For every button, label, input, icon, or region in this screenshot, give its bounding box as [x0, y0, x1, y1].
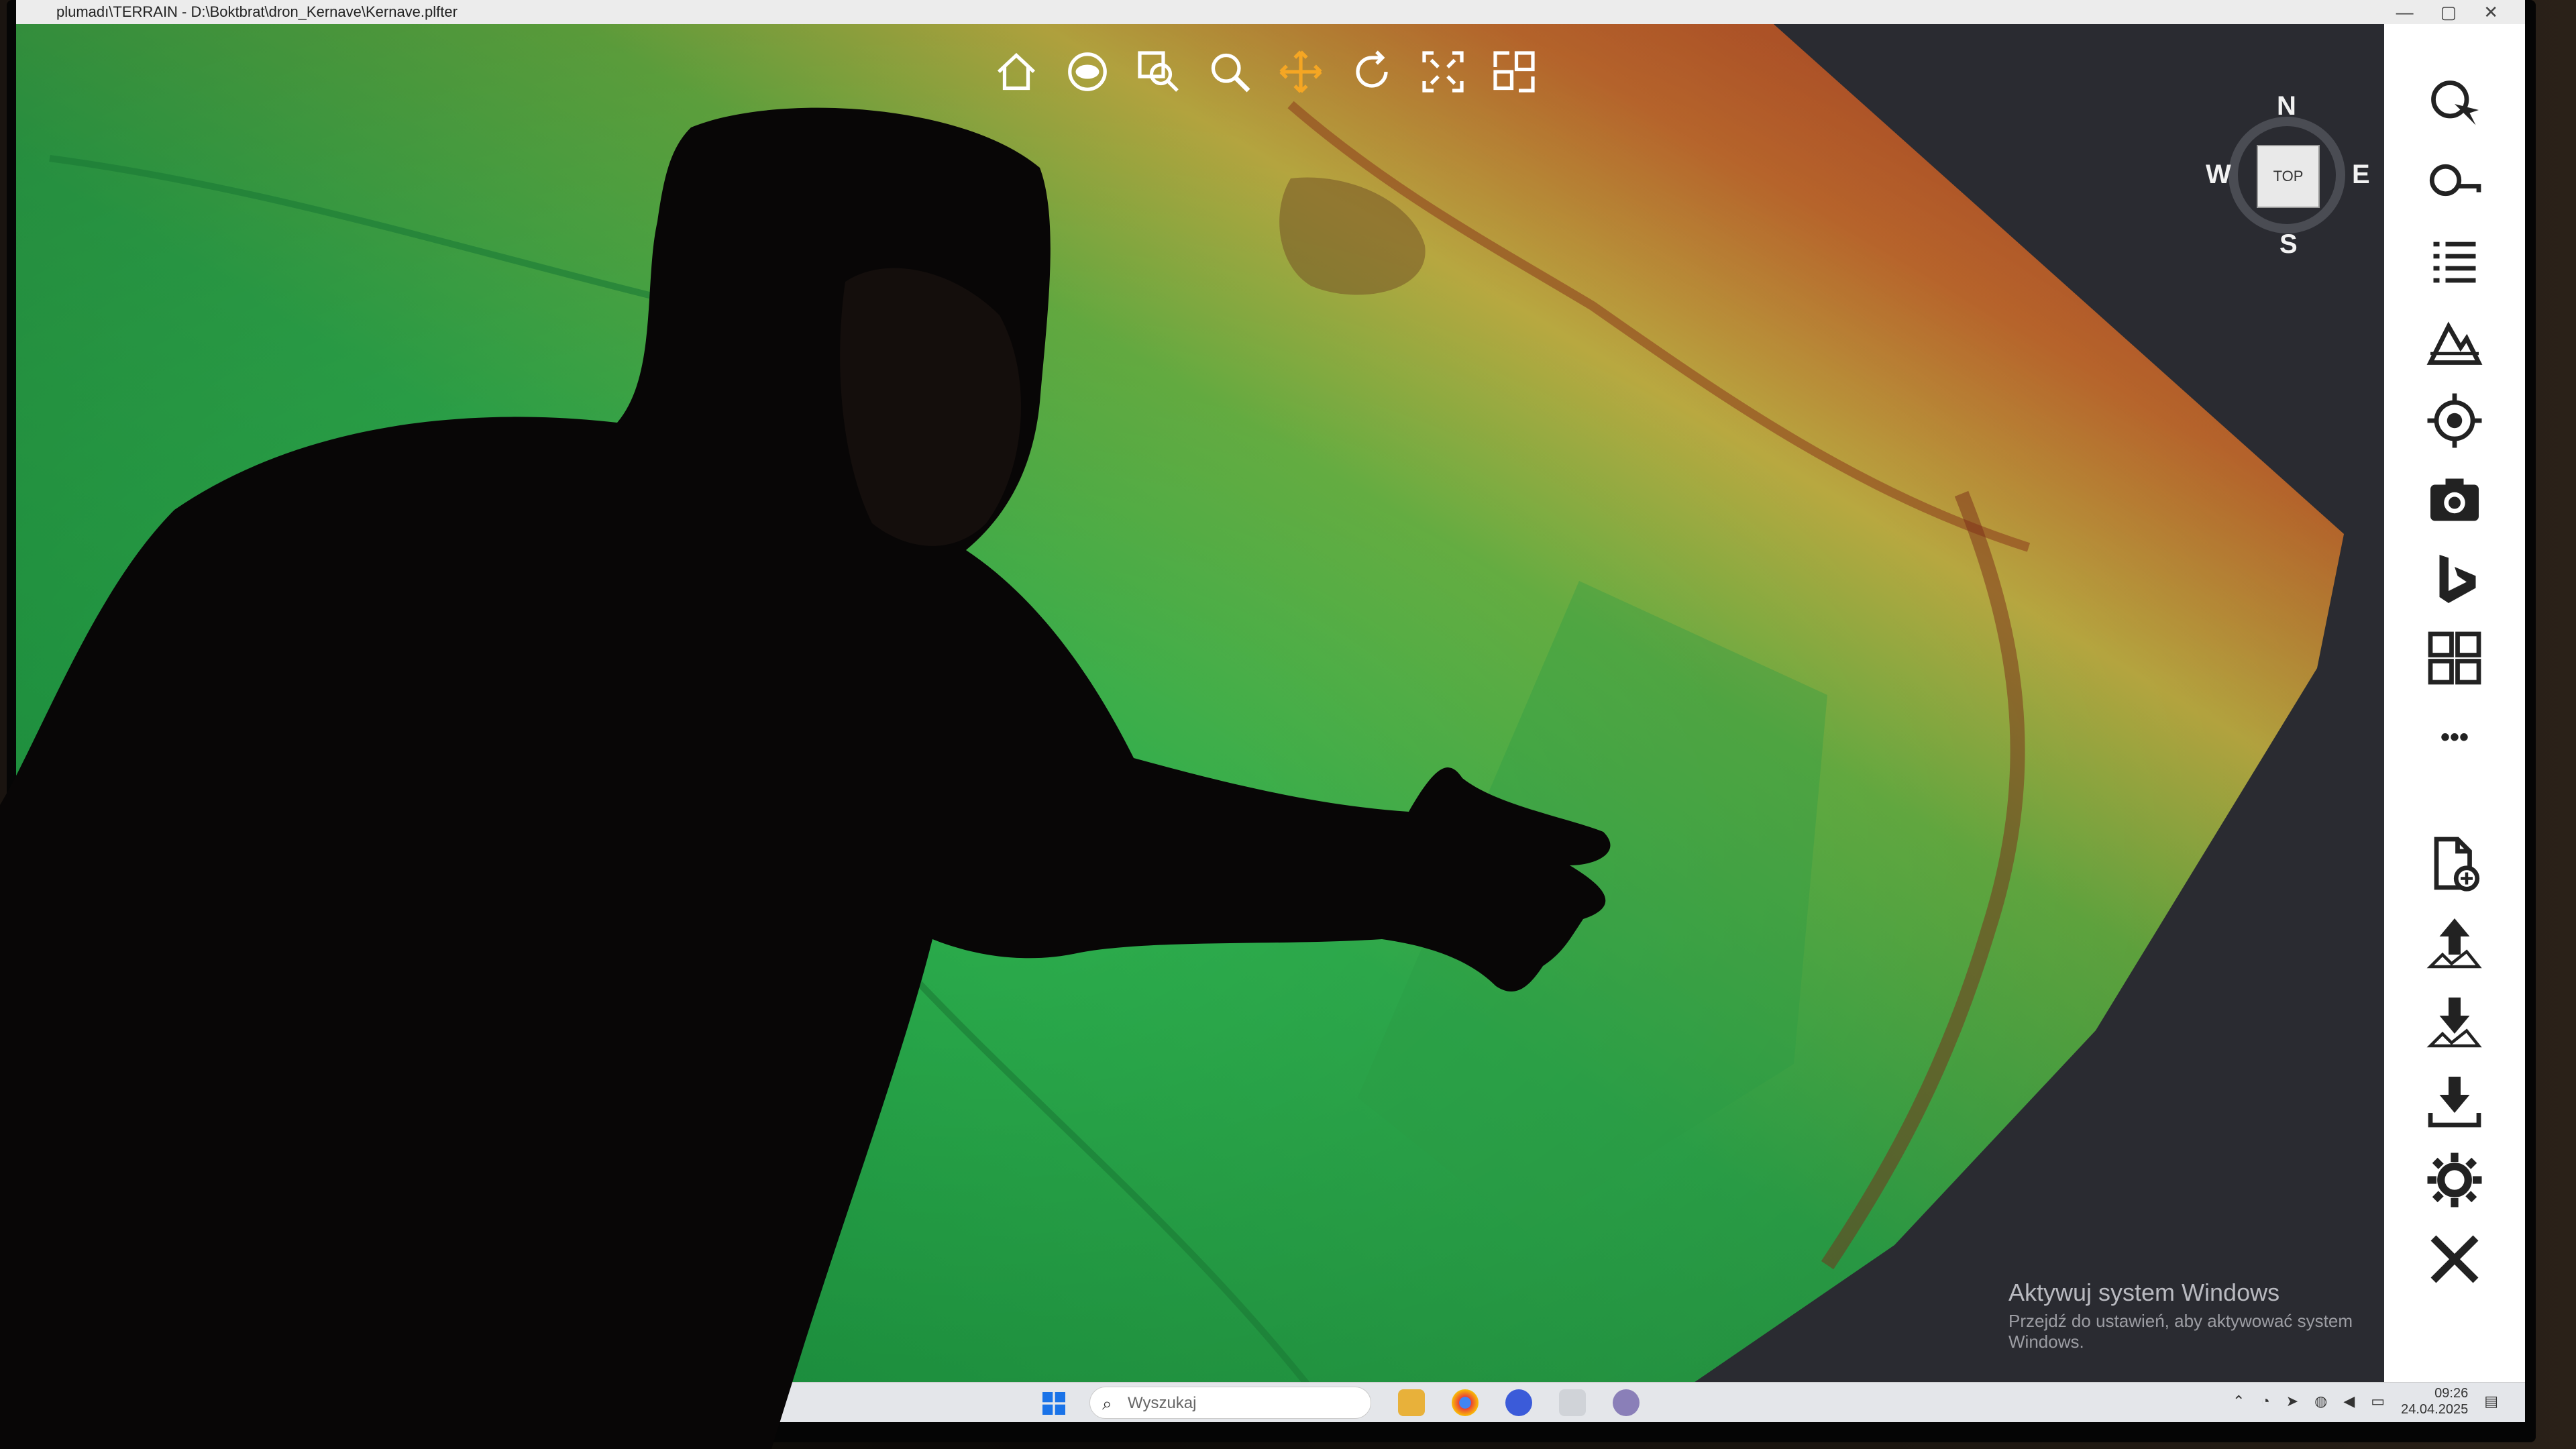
list-icon: [2433, 241, 2476, 283]
screenshot-button[interactable]: [2411, 460, 2498, 539]
network-icon[interactable]: ◔: [2261, 1393, 2269, 1410]
target-icon: [2427, 393, 2482, 448]
select-region-button[interactable]: [1487, 44, 1542, 99]
select-region-icon: [1493, 51, 1535, 93]
file-explorer-icon[interactable]: [1398, 1389, 1425, 1416]
upload-icon: [2426, 918, 2482, 969]
monitor: plumadı\TERRAIN - D:\Boktbrat\dron_Kerna…: [7, 0, 2536, 1442]
search-key-icon: [2429, 164, 2481, 197]
new-file-icon: [2434, 837, 2480, 892]
rotate-icon: [1356, 50, 1388, 88]
view-toolbar: [989, 44, 1542, 99]
bing-icon: [2439, 555, 2476, 603]
terrain-layers-button[interactable]: [2411, 302, 2498, 381]
pan-button[interactable]: [1273, 44, 1328, 99]
search-key-button[interactable]: [2411, 144, 2498, 223]
search-icon: ⌕: [1102, 1393, 1112, 1413]
settings-app-icon[interactable]: [1613, 1389, 1640, 1416]
window-controls: — ▢ ✕: [2396, 0, 2498, 24]
compass-west-label: W: [2206, 160, 2231, 189]
download-terrain-button[interactable]: [2411, 982, 2498, 1061]
zoom-icon: [1211, 53, 1250, 93]
close-icon: [2430, 1235, 2479, 1283]
taskbar-clock[interactable]: 09:26 24.04.2025: [2401, 1385, 2468, 1417]
home-icon: [997, 52, 1036, 91]
zoom-button[interactable]: [1202, 44, 1257, 99]
download-terrain-icon: [2426, 998, 2482, 1048]
battery-icon[interactable]: ▭: [2371, 1393, 2385, 1410]
terrain-app-icon[interactable]: [1559, 1389, 1586, 1416]
taskbar-search-placeholder: Wyszukaj: [1128, 1394, 1197, 1412]
clock-date: 24.04.2025: [2401, 1402, 2469, 1417]
terrain-shading: [16, 24, 2344, 1406]
pick-icon: [2431, 80, 2479, 125]
compass-south-label: S: [2279, 229, 2298, 259]
settings-button[interactable]: [2411, 1140, 2498, 1220]
more-icon: •••: [2440, 722, 2469, 752]
windows-activation-watermark: Aktywuj system Windows Przejdź do ustawi…: [2008, 1279, 2384, 1352]
new-file-button[interactable]: [2411, 824, 2498, 903]
zoom-window-icon: [1138, 51, 1179, 92]
fit-extents-button[interactable]: [1415, 44, 1470, 99]
settings-icon: [2427, 1152, 2482, 1208]
location-icon[interactable]: ➤: [2286, 1393, 2298, 1410]
maximize-button[interactable]: ▢: [2440, 0, 2457, 24]
eye-icon: [1068, 52, 1107, 91]
bing-maps-button[interactable]: [2411, 539, 2498, 619]
home-button[interactable]: [989, 44, 1044, 99]
windows-start-icon[interactable]: [1042, 1392, 1065, 1415]
compass-north-label: N: [2277, 91, 2296, 121]
pan-icon: [1279, 50, 1322, 93]
target-button[interactable]: [2411, 381, 2498, 460]
fit-extents-icon: [1422, 51, 1464, 93]
terrain-layers-icon: [2426, 321, 2483, 365]
grid-view-button[interactable]: [2411, 619, 2498, 698]
window-title: plumadı\TERRAIN - D:\Boktbrat\dron_Kerna…: [56, 3, 458, 20]
view-cube-top[interactable]: TOP: [2257, 145, 2320, 208]
notification-icon[interactable]: ▤: [2484, 1393, 2498, 1410]
view-compass[interactable]: TOP N S W E: [2206, 91, 2370, 259]
map-viewport[interactable]: TOP N S W E Aktywuj system Windows Przej…: [16, 24, 2384, 1406]
screen: plumadı\TERRAIN - D:\Boktbrat\dron_Kerna…: [16, 0, 2525, 1422]
windows-taskbar: ⌕ Wyszukaj ⌃ ◔ ➤ ◍ ◀ ▭ 09:26 24.04.2025 …: [16, 1382, 2525, 1422]
chrome-icon[interactable]: [1452, 1389, 1479, 1416]
download-icon: [2428, 1077, 2481, 1128]
volume-icon[interactable]: ◀: [2343, 1393, 2355, 1410]
globe-icon[interactable]: ◍: [2314, 1393, 2327, 1410]
clock-time: 09:26: [2434, 1386, 2469, 1401]
system-tray: ⌃ ◔ ➤ ◍ ◀ ▭ 09:26 24.04.2025 ▤: [2233, 1385, 2498, 1417]
upload-button[interactable]: [2411, 903, 2498, 982]
grid-icon: [2428, 631, 2481, 685]
watermark-title: Aktywuj system Windows: [2008, 1279, 2280, 1306]
rotate-button[interactable]: [1344, 44, 1399, 99]
taskbar-search-input[interactable]: ⌕ Wyszukaj: [1089, 1387, 1371, 1419]
right-sidebar: •••: [2384, 24, 2525, 1406]
camera-icon: [2430, 478, 2479, 521]
close-window-button[interactable]: ✕: [2483, 0, 2498, 24]
tray-chevron-icon[interactable]: ⌃: [2233, 1393, 2245, 1410]
list-button[interactable]: [2411, 223, 2498, 302]
download-button[interactable]: [2411, 1061, 2498, 1140]
app-blue-icon[interactable]: [1505, 1389, 1532, 1416]
zoom-window-button[interactable]: [1131, 44, 1186, 99]
more-button[interactable]: •••: [2411, 698, 2498, 777]
close-app-button[interactable]: [2411, 1220, 2498, 1299]
window-titlebar[interactable]: plumadı\TERRAIN - D:\Boktbrat\dron_Kerna…: [16, 0, 2525, 24]
minimize-button[interactable]: —: [2396, 0, 2414, 24]
compass-east-label: E: [2352, 160, 2370, 189]
view-eye-button[interactable]: [1060, 44, 1115, 99]
pick-button[interactable]: [2411, 64, 2498, 144]
watermark-subtitle: Przejdź do ustawień, aby aktywować syste…: [2008, 1311, 2353, 1352]
terrain-model[interactable]: [16, 24, 2384, 1406]
